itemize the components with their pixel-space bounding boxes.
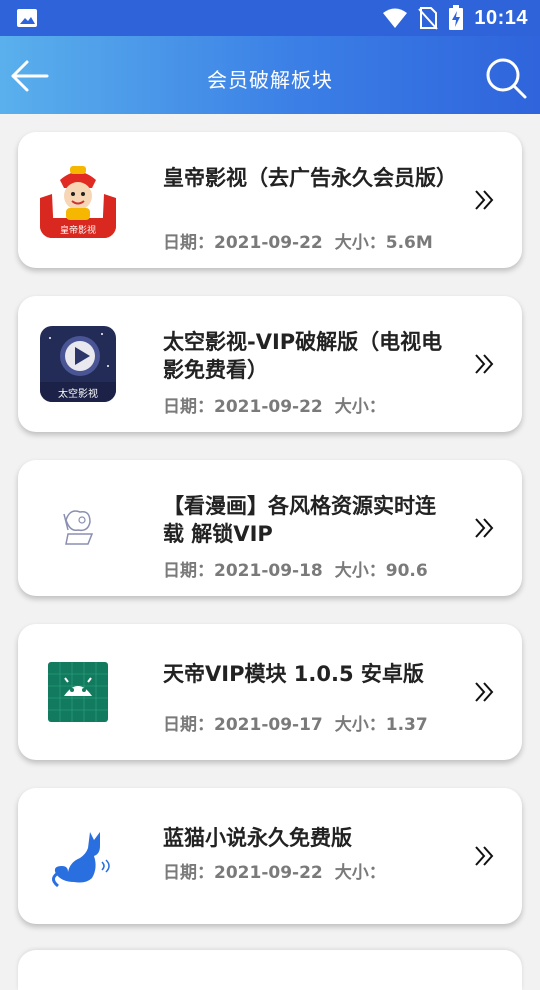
item-size: 大小： [334,397,386,417]
item-meta: 日期：2021-09-22 大小：5.6M [163,228,463,253]
double-chevron-right-icon [475,682,494,702]
double-chevron-right-icon [475,354,494,374]
item-title: 皇帝影视（去广告永久会员版） [163,166,457,190]
emperor-app-icon: 皇帝影视 [40,162,116,238]
item-date: 日期：2021-09-17 [163,715,323,735]
item-size: 大小：1.37 [334,715,428,735]
app-bar: 会员破解板块 [0,36,540,114]
svg-text:太空影视: 太空影视 [58,387,98,400]
page-title: 会员破解板块 [207,68,333,92]
item-date: 日期：2021-09-22 [163,397,323,417]
list-item[interactable]: 蓝猫小说永久免费版 日期：2021-09-22 大小： [18,788,522,924]
list-item[interactable]: 太空影视 太空影视-VIP破解版（电视电影免费看） 日期：2021-09-22 大… [18,296,522,432]
item-date: 日期：2021-09-18 [163,561,323,581]
item-title: 太空影视-VIP破解版（电视电影免费看） [163,330,443,382]
item-title: 天帝VIP模块 1.0.5 安卓版 [163,662,424,686]
double-chevron-right-icon [475,846,494,866]
status-bar: 10:14 [0,0,540,36]
list-item[interactable]: 天帝VIP模块 1.0.5 安卓版 日期：2021-09-17 大小：1.37 [18,624,522,760]
blue-cat-app-icon [40,818,116,894]
manga-app-icon [40,490,116,566]
item-title: 蓝猫小说永久免费版 [163,826,352,850]
image-icon [17,9,37,27]
list-item-partial[interactable] [18,950,522,990]
item-size: 大小： [334,863,386,883]
item-title: 【看漫画】各风格资源实时连载 解锁VIP [163,494,436,546]
android-app-icon [40,654,116,730]
item-meta: 日期：2021-09-17 大小：1.37 [163,710,463,735]
battery-charging-icon [449,5,464,30]
svg-text:皇帝影视: 皇帝影视 [60,224,96,236]
wifi-icon [383,8,408,28]
item-date: 日期：2021-09-22 [163,233,323,253]
double-chevron-right-icon [475,190,494,210]
search-button[interactable] [484,56,528,100]
space-video-app-icon: 太空影视 [40,326,116,402]
list-item[interactable]: 【看漫画】各风格资源实时连载 解锁VIP 日期：2021-09-18 大小：90.… [18,460,522,596]
list-item[interactable]: 皇帝影视 皇帝影视（去广告永久会员版） 日期：2021-09-22 大小：5.6M [18,132,522,268]
item-date: 日期：2021-09-22 [163,863,323,883]
item-meta: 日期：2021-09-22 大小： [163,858,463,883]
search-icon [486,58,527,99]
double-chevron-right-icon [475,518,494,538]
item-meta: 日期：2021-09-22 大小： [163,392,463,417]
item-size: 大小：90.6 [334,561,428,581]
status-time: 10:14 [474,6,528,29]
item-size: 大小：5.6M [334,233,433,253]
item-meta: 日期：2021-09-18 大小：90.6 [163,556,463,581]
no-sim-icon [418,7,439,30]
